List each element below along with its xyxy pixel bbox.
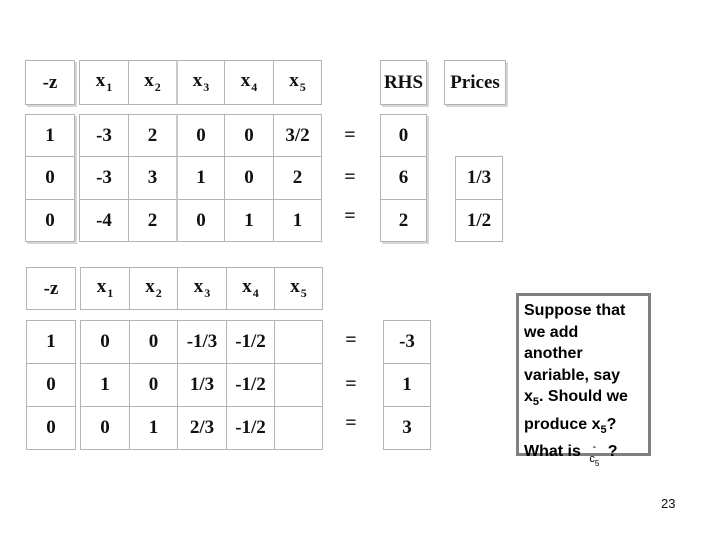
cell-rhs: 1 (383, 363, 431, 407)
header-var: x2 (144, 70, 161, 94)
header-prices: Prices (444, 60, 506, 105)
cell-x1: -4 (79, 199, 129, 242)
header-var: x4 (240, 70, 258, 94)
equals-sign: = (344, 124, 356, 146)
cell-x2: 2 (128, 114, 177, 157)
cell-x5: 1 (273, 199, 322, 242)
callout-line: another (524, 345, 583, 362)
cell-price: 1/2 (455, 199, 503, 242)
cell-z: 0 (26, 406, 76, 450)
cell-x3: 0 (176, 199, 225, 242)
cell-x1: -3 (79, 114, 129, 157)
header-x3: x3 (177, 267, 227, 310)
equals-sign: = (345, 373, 357, 395)
header-neg-z: -z (25, 60, 75, 105)
header-var: x1 (95, 70, 113, 94)
cell-z: 0 (25, 156, 75, 200)
equals-sign: = (344, 205, 356, 227)
equals-sign: = (345, 329, 357, 351)
cell-x2: 3 (128, 156, 177, 200)
header-label: -z (42, 71, 58, 93)
header-neg-z: -z (26, 267, 76, 310)
cell-rhs: 6 (380, 156, 427, 200)
cell-x5 (274, 320, 323, 364)
cell-x4: -1/2 (226, 406, 275, 450)
cell-x3: 1 (176, 156, 225, 200)
cell-x5 (274, 406, 323, 450)
cell-z: 1 (25, 114, 75, 157)
cell-x1: -3 (79, 156, 129, 200)
header-x2: x2 (128, 60, 177, 105)
slide-number: 23 (661, 496, 676, 511)
callout-line: What is c5 ? (524, 437, 644, 469)
header-x1: x1 (79, 60, 129, 105)
header-label: Prices (450, 71, 500, 93)
cell-x3: 2/3 (177, 406, 227, 450)
callout-line: produce x5? (524, 415, 617, 436)
header-label: -z (43, 277, 59, 299)
cell-rhs: 0 (380, 114, 427, 157)
cell-x4: -1/2 (226, 363, 275, 407)
header-var: x1 (96, 276, 114, 300)
header-x4: x4 (226, 267, 275, 310)
cell-x3: 0 (176, 114, 225, 157)
callout-line: we add (524, 323, 579, 341)
cell-x1: 0 (80, 320, 130, 364)
header-x1: x1 (80, 267, 130, 310)
header-var: x3 (192, 70, 210, 94)
header-x5: x5 (273, 60, 322, 105)
cell-x1: 1 (80, 363, 130, 407)
cell-x2: 0 (129, 363, 178, 407)
cell-z: 0 (26, 363, 76, 407)
equals-sign: = (344, 166, 356, 188)
header-var: x2 (145, 276, 162, 300)
cell-x5: 3/2 (273, 114, 322, 157)
cell-x5: 2 (273, 156, 322, 200)
header-x2: x2 (129, 267, 178, 310)
cell-x4: 1 (224, 199, 274, 242)
callout-line: x5. Should we (524, 388, 628, 408)
cell-x4: 0 (224, 156, 274, 200)
cell-z: 1 (26, 320, 76, 364)
cell-rhs: -3 (383, 320, 431, 364)
header-rhs: RHS (380, 60, 427, 105)
callout-line: variable, say (524, 366, 621, 384)
cell-x4: 0 (224, 114, 274, 157)
header-var: x4 (242, 276, 259, 300)
reduced-cost-symbol: c5 (585, 437, 603, 475)
question-callout: Suppose that we add another variable, sa… (516, 293, 651, 468)
cell-x4: -1/2 (226, 320, 275, 364)
header-x5: x5 (274, 267, 323, 310)
header-var: x5 (290, 276, 307, 300)
header-var: x3 (193, 276, 211, 300)
cell-x3: 1/3 (177, 363, 227, 407)
cell-x2: 2 (128, 199, 177, 242)
cell-rhs: 2 (380, 199, 427, 242)
cell-z: 0 (25, 199, 75, 242)
header-x4: x4 (224, 60, 274, 105)
cell-x3: -1/3 (177, 320, 227, 364)
cell-x5 (274, 363, 323, 407)
header-label: RHS (383, 71, 424, 93)
cell-x2: 1 (129, 406, 178, 450)
equals-sign: = (345, 412, 357, 434)
cell-x1: 0 (80, 406, 130, 450)
cell-price: 1/3 (455, 156, 503, 200)
callout-line: Suppose that (524, 302, 626, 319)
cell-x2: 0 (129, 320, 178, 364)
header-var: x5 (289, 70, 306, 94)
header-x3: x3 (176, 60, 225, 105)
cell-rhs: 3 (383, 406, 431, 450)
